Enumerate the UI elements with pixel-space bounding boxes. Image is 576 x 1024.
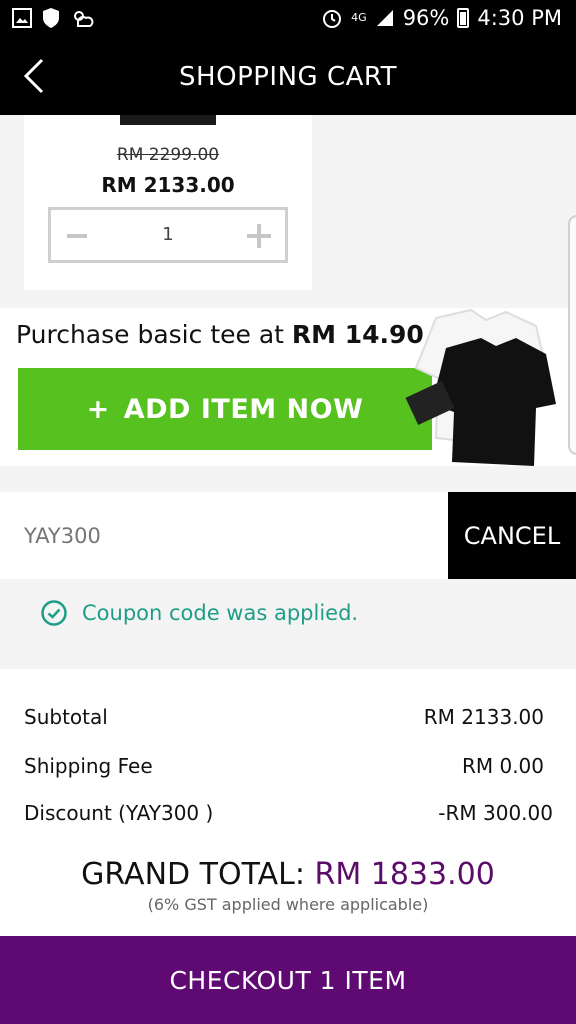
check-circle-icon [41,600,67,626]
coupon-row: CANCEL [0,492,576,579]
subtotal-label: Subtotal [24,705,108,729]
plus-icon: + [86,393,110,425]
increase-quantity-button[interactable] [245,222,273,250]
promo-text: Purchase basic tee at RM 14.90 [16,320,424,349]
notification-icons [12,7,94,29]
clock: 4:30 PM [477,6,562,30]
gallery-icon [12,8,32,28]
coupon-input[interactable] [0,492,448,579]
add-item-button[interactable]: + ADD ITEM NOW [18,368,432,450]
coupon-status: Coupon code was applied. [0,579,576,669]
subtotal-value: RM 2133.00 [423,705,544,729]
grand-total-label: GRAND TOTAL: [81,857,305,892]
status-bar: 4G 96% 4:30 PM [0,0,576,38]
cancel-coupon-button[interactable]: CANCEL [448,492,576,579]
battery-icon [457,8,470,28]
scroll-indicator [568,215,576,455]
alarm-icon [323,10,342,28]
page-title: SHOPPING CART [179,62,397,92]
app-header: SHOPPING CART [0,38,576,115]
battery-percent: 96% [402,6,450,30]
discount-label: Discount (YAY300 ) [24,801,214,825]
grand-total: GRAND TOTAL: RM 1833.00 [0,857,576,892]
gst-note: (6% GST applied where applicable) [147,895,429,914]
shipping-value: RM 0.00 [461,754,544,778]
product-card: RM 2299.00 RM 2133.00 1 [24,115,312,290]
shipping-label: Shipping Fee [24,754,153,778]
original-price: RM 2299.00 [116,145,220,165]
upsell-promo: Purchase basic tee at RM 14.90 + ADD ITE… [0,308,576,466]
discount-value: -RM 300.00 [438,801,553,825]
coupon-message: Coupon code was applied. [82,601,359,625]
order-summary: Subtotal RM 2133.00 Shipping Fee RM 0.00… [0,669,576,936]
stock-badge [120,115,216,125]
tshirt-image [405,308,556,466]
add-item-label: ADD ITEM NOW [123,393,364,425]
signal-icon [376,10,393,26]
grand-total-value: RM 1833.00 [314,857,495,892]
promo-text-prefix: Purchase basic tee at [16,320,292,349]
current-price: RM 2133.00 [101,173,235,197]
checkout-button[interactable]: CHECKOUT 1 ITEM [0,936,576,1024]
weather-icon [74,11,94,27]
network-type: 4G [351,11,367,24]
shield-icon [43,8,59,28]
quantity-stepper: 1 [48,207,288,263]
